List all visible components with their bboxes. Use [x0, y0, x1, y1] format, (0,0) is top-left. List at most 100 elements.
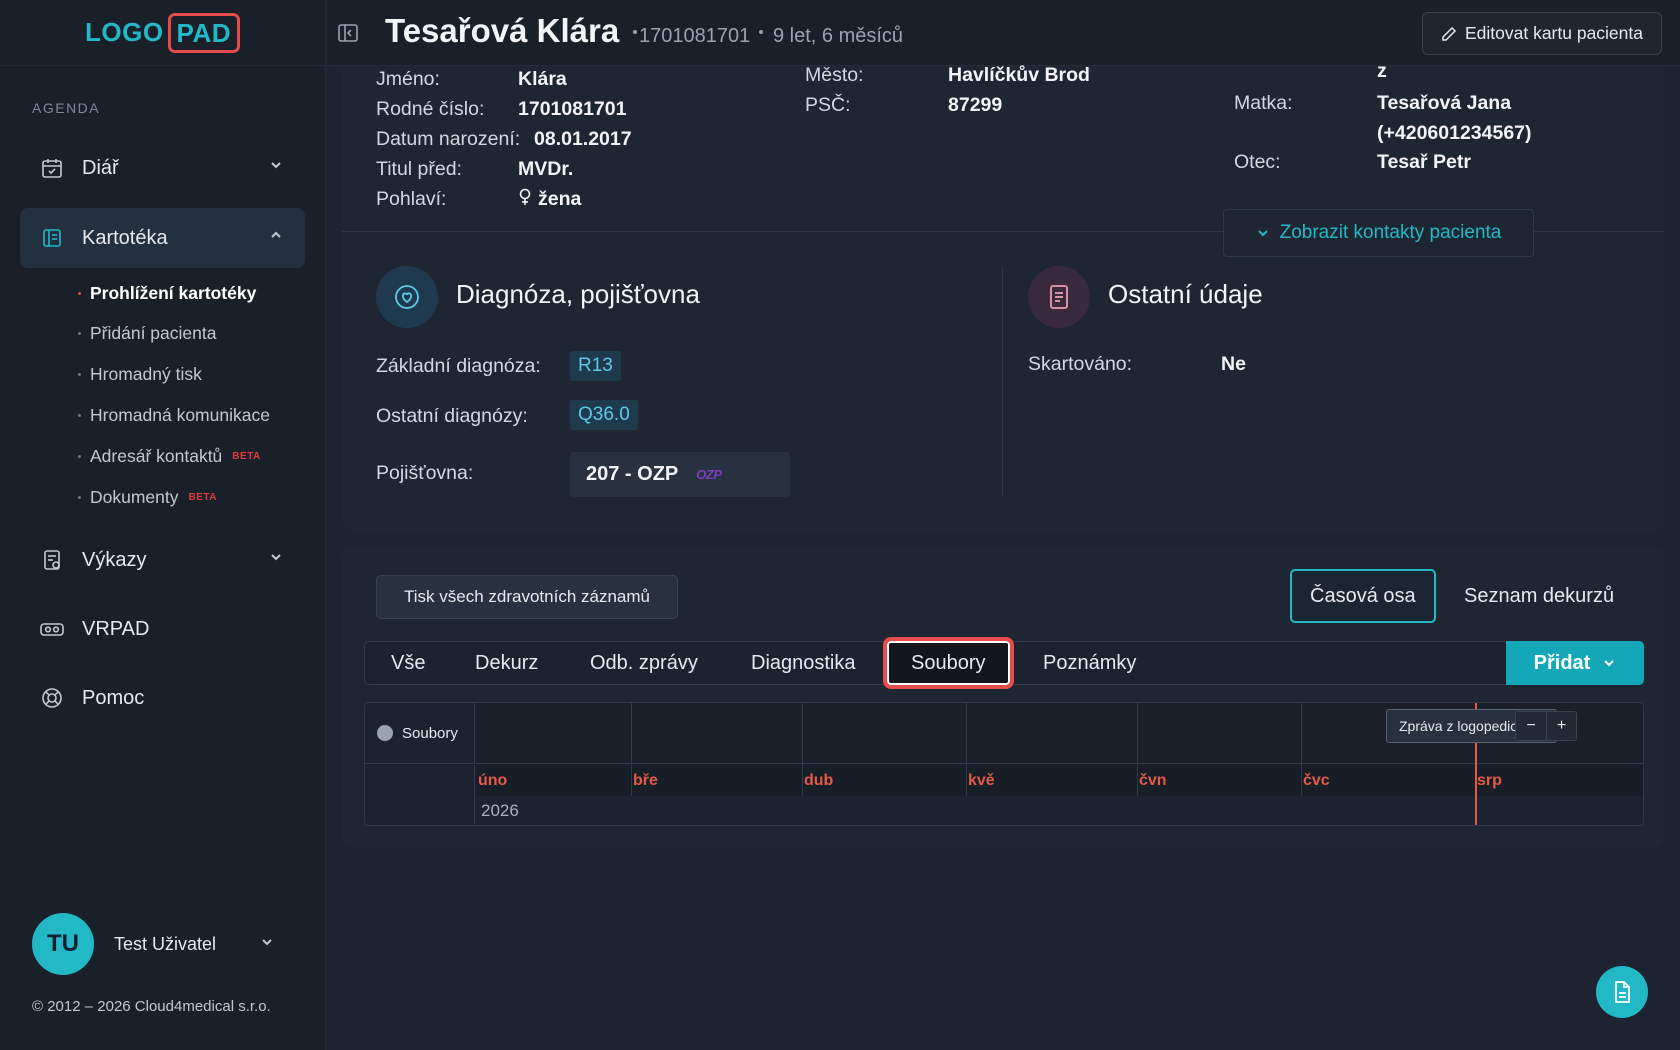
- sidebar-subitem-adresar[interactable]: Adresář kontaktů BETA: [78, 446, 261, 467]
- zoom-out-button[interactable]: −: [1516, 712, 1546, 740]
- field-shredded: Skartováno: Ne: [1028, 353, 1246, 376]
- value: Klára: [518, 68, 567, 90]
- field-birth-date: Datum narození: 08.01.2017: [376, 128, 632, 151]
- field-main-diagnosis: Základní diagnóza:: [376, 355, 541, 378]
- sidebar-subitem-label: Přidání pacienta: [90, 323, 217, 343]
- tab-files[interactable]: Soubory: [883, 637, 1014, 689]
- field-father: Otec: Tesař Petr: [1234, 151, 1471, 174]
- sidebar-item-vrpad[interactable]: VRPAD: [20, 599, 305, 659]
- label: Skartováno:: [1028, 353, 1133, 375]
- label: Základní diagnóza:: [376, 355, 541, 377]
- month-label: kvě: [968, 772, 995, 789]
- edit-patient-button[interactable]: Editovat kartu pacienta: [1421, 12, 1662, 55]
- user-menu[interactable]: TU Test Uživatel: [32, 913, 292, 975]
- value: Tesařová Jana: [1377, 92, 1512, 114]
- row-color-dot: [377, 725, 393, 741]
- add-record-button[interactable]: Přidat: [1506, 641, 1644, 685]
- show-contacts-button[interactable]: Zobrazit kontakty pacienta: [1223, 209, 1534, 257]
- other-diagnosis-chip[interactable]: Q36.0: [570, 400, 638, 430]
- divider: [1002, 266, 1003, 496]
- insurance-logo: OZP: [696, 467, 722, 482]
- month-gridline: [1137, 703, 1138, 796]
- chevron-down-icon: [262, 939, 272, 946]
- sidebar-subitem-prohlizeni[interactable]: Prohlížení kartotéky: [78, 283, 257, 304]
- page-title: Tesařová Klára: [385, 12, 620, 49]
- document-fab-button[interactable]: [1596, 966, 1648, 1018]
- field-first-name: Jméno: Klára: [376, 68, 567, 91]
- sidebar: LOGO PAD AGENDA Diář Kartotéka Prohlížen…: [0, 0, 326, 1050]
- bullet: [78, 332, 81, 335]
- tab-decursus[interactable]: Dekurz: [475, 642, 538, 684]
- timeline[interactable]: Soubory úno bře dub kvě čvn čvc srp 2026…: [364, 702, 1644, 826]
- value: 08.01.2017: [534, 128, 632, 150]
- value: (+420601234567): [1377, 122, 1532, 144]
- sidebar-item-label: Výkazy: [82, 548, 147, 571]
- zoom-in-button[interactable]: +: [1546, 712, 1576, 740]
- label: Rodné číslo:: [376, 98, 485, 120]
- page-header: Tesařová Klára 1701081701 9 let, 6 měsíc…: [327, 0, 1680, 66]
- label: Ostatní diagnózy:: [376, 405, 528, 427]
- separator-dot: [633, 30, 637, 34]
- patient-id: 1701081701: [639, 25, 751, 47]
- bullet: [78, 496, 81, 499]
- sidebar-item-diar[interactable]: Diář: [20, 138, 305, 198]
- heart-icon: [376, 266, 438, 328]
- records-tabs: Vše Dekurz Odb. zprávy Diagnostika Soubo…: [364, 637, 1644, 689]
- calendar-icon: [40, 156, 64, 180]
- section-label-agenda: AGENDA: [32, 100, 101, 116]
- other-section-title: Ostatní údaje: [1108, 279, 1263, 309]
- user-name: Test Uživatel: [114, 933, 217, 954]
- field-birth-number: Rodné číslo: 1701081701: [376, 98, 626, 121]
- edit-patient-label: Editovat kartu pacienta: [1464, 23, 1643, 43]
- bullet: [78, 414, 81, 417]
- value: 1701081701: [518, 98, 627, 120]
- sidebar-collapse-icon[interactable]: [337, 22, 359, 44]
- logo-text-part2: PAD: [167, 12, 241, 53]
- tab-reports[interactable]: Odb. zprávy: [590, 642, 698, 684]
- row-label-text: Soubory: [402, 724, 458, 742]
- timeline-axis-corner: [365, 765, 475, 825]
- logo[interactable]: LOGO PAD: [85, 12, 241, 53]
- chevron-down-icon: [271, 162, 281, 169]
- sidebar-item-label: Pomoc: [82, 686, 145, 709]
- decursus-list-button[interactable]: Seznam dekurzů: [1446, 569, 1632, 623]
- report-icon: [40, 548, 64, 572]
- tab-diagnostics[interactable]: Diagnostika: [751, 642, 856, 684]
- sidebar-item-pomoc[interactable]: Pomoc: [20, 668, 305, 728]
- timeline-view-button[interactable]: Časová osa: [1290, 569, 1436, 623]
- sidebar-subitem-pridani[interactable]: Přidání pacienta: [78, 323, 217, 344]
- sidebar-subitem-hromadny-tisk[interactable]: Hromadný tisk: [78, 364, 202, 385]
- beta-badge: BETA: [188, 492, 217, 503]
- tab-all[interactable]: Vše: [391, 642, 425, 684]
- sidebar-item-kartoteka[interactable]: Kartotéka: [20, 208, 305, 268]
- beta-badge: BETA: [232, 451, 261, 462]
- year-label: 2026: [481, 801, 519, 820]
- lifebuoy-icon: [40, 686, 64, 710]
- sidebar-subitem-hromadna-komunikace[interactable]: Hromadná komunikace: [78, 405, 270, 426]
- sidebar-item-vykazy[interactable]: Výkazy: [20, 530, 305, 590]
- records-card: Tisk všech zdravotních záznamů Časová os…: [342, 547, 1664, 847]
- document-icon: [1615, 981, 1630, 1003]
- diagnosis-section-title: Diagnóza, pojišťovna: [456, 279, 700, 309]
- vr-headset-icon: [40, 617, 64, 641]
- month-gridline: [802, 703, 803, 796]
- patient-info-card: Jméno: Klára Rodné číslo: 1701081701 Dat…: [342, 60, 1664, 531]
- print-all-records-button[interactable]: Tisk všech zdravotních záznamů: [376, 575, 678, 619]
- sidebar-subitem-label: Hromadná komunikace: [90, 405, 270, 425]
- field-city: Město: Havlíčkův Brod: [805, 64, 1090, 87]
- zoom-controls: − +: [1515, 711, 1577, 741]
- month-label: dub: [804, 772, 834, 789]
- field-title: Titul před: MVDr.: [376, 158, 573, 181]
- add-record-label: Přidat: [1533, 651, 1591, 674]
- label: Datum narození:: [376, 128, 521, 150]
- main-diagnosis-chip[interactable]: R13: [570, 351, 621, 381]
- field-gender: Pohlaví: žena: [376, 188, 581, 211]
- tab-notes[interactable]: Poznámky: [1043, 642, 1136, 684]
- chevron-down-icon: [1257, 230, 1268, 237]
- avatar: TU: [32, 913, 94, 975]
- value: z: [1377, 60, 1387, 82]
- sidebar-subitem-label: Prohlížení kartotéky: [90, 283, 257, 303]
- sidebar-subitem-dokumenty[interactable]: Dokumenty BETA: [78, 487, 217, 508]
- value: Ne: [1221, 353, 1246, 375]
- month-label: srp: [1477, 772, 1502, 789]
